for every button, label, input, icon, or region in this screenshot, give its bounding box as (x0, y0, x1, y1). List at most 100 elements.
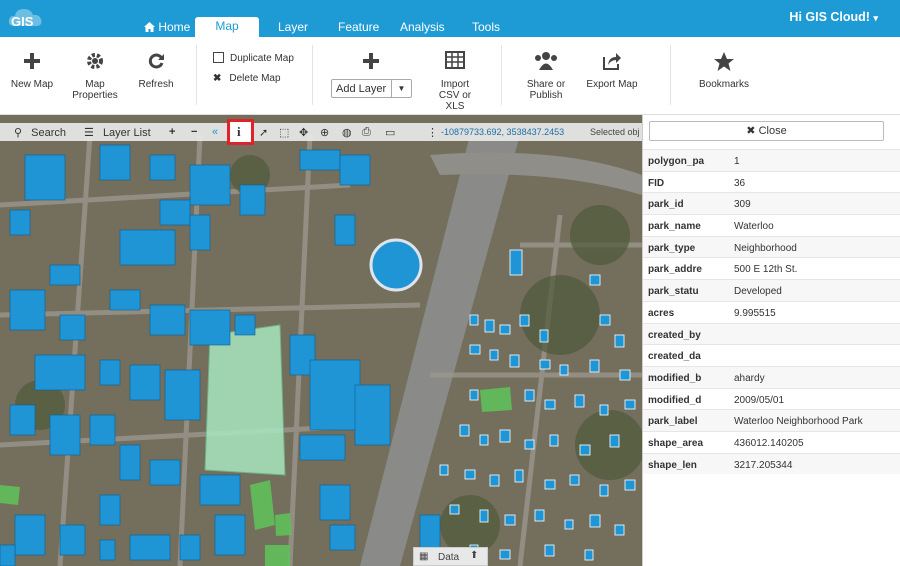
attribute-row: park_statu Developed (643, 279, 900, 301)
attribute-value: 1 (734, 156, 740, 167)
attribute-row: park_id 309 (643, 192, 900, 215)
info-icon: i (237, 124, 241, 139)
home-icon (144, 20, 158, 34)
coordinates-readout: -10879733.692, 3538437.2453 (441, 127, 565, 137)
ribbon-toolbar: New Map Map Properties Refresh Duplicate… (0, 37, 900, 115)
star-icon (694, 51, 754, 73)
user-label: Hi GIS Cloud! (789, 10, 870, 24)
attribute-table: polygon_pa 1 FID 36 park_id 309 park_name Water… (643, 149, 900, 475)
attribute-value: Neighborhood (734, 242, 797, 254)
close-icon: ✖ (746, 125, 756, 137)
add-layer-plus-icon (360, 51, 382, 74)
more-icon[interactable]: ⋮ (427, 126, 438, 139)
attribute-key: modified_b (648, 372, 702, 384)
export-map-label: Export Map (586, 79, 638, 90)
measure-icon[interactable]: ▭ (385, 126, 395, 139)
chevron-down-icon: ▼ (391, 80, 411, 97)
ribbon-divider (670, 45, 671, 105)
list-icon: ☰ (84, 127, 94, 139)
share-publish-label: Share or Publish (526, 79, 566, 101)
refresh-icon (134, 51, 178, 73)
map-properties-label: Map Properties (72, 79, 118, 101)
add-layer-dropdown[interactable]: Add Layer ▼ (331, 79, 412, 98)
attribute-row: FID 36 (643, 170, 900, 193)
selected-objects-label: Selected obj (590, 127, 640, 137)
attribute-key: modified_d (648, 394, 702, 406)
attribute-value: 436012.140205 (734, 437, 804, 449)
refresh-button[interactable]: Refresh (134, 51, 178, 90)
import-csv-label: Import CSV or XLS (438, 79, 472, 112)
share-publish-button[interactable]: Share or Publish (522, 51, 570, 101)
import-csv-button[interactable]: Import CSV or XLS (424, 51, 486, 112)
attribute-row: modified_d 2009/05/01 (643, 387, 900, 410)
attribute-value: 36 (734, 177, 746, 189)
close-label: Close (758, 125, 787, 137)
gear-icon (67, 51, 123, 73)
tab-layer[interactable]: Layer (278, 18, 308, 37)
attribute-row: park_type Neighborhood (643, 235, 900, 258)
selected-park-polygon[interactable] (204, 324, 286, 476)
zoom-extent-icon[interactable]: ⊕ (320, 126, 329, 139)
map-canvas[interactable]: ⚲ Search ☰ Layer List + − « i ➚ ⬚ ✥ ⊕ ◍ … (0, 115, 642, 566)
layer-list-label: Layer List (102, 127, 151, 139)
duplicate-map-button[interactable]: Duplicate Map (213, 52, 294, 64)
map-search-button[interactable]: ⚲ Search (14, 126, 66, 139)
add-layer-label: Add Layer (336, 83, 387, 95)
duplicate-map-label: Duplicate Map (230, 53, 294, 64)
tab-analysis[interactable]: Analysis (400, 18, 445, 37)
zoom-in-icon[interactable]: + (169, 126, 175, 138)
attribute-key: shape_area (648, 437, 704, 449)
attribute-key: park_addre (648, 264, 702, 276)
attribute-value: Waterloo Neighborhood Park (734, 416, 863, 428)
print-icon[interactable]: ⎙ (362, 126, 371, 139)
attribute-row: park_name Waterloo (643, 214, 900, 236)
attribute-key: park_id (648, 199, 684, 211)
collapse-icon[interactable]: « (212, 126, 218, 138)
attribute-row: acres 9.995515 (643, 300, 900, 323)
attribute-key: park_name (648, 221, 701, 233)
satellite-imagery (0, 115, 642, 566)
tab-tools[interactable]: Tools (472, 18, 500, 37)
plus-icon (8, 51, 56, 73)
attribute-key: polygon_pa (648, 156, 705, 167)
tab-home[interactable]: Home (144, 18, 190, 37)
pan-icon[interactable]: ✥ (299, 126, 308, 139)
attribute-key: created_da (648, 351, 701, 363)
pointer-icon[interactable]: ➚ (259, 126, 268, 139)
copy-icon (213, 52, 224, 63)
globe-icon[interactable]: ◍ (342, 126, 352, 139)
close-button[interactable]: ✖ Close (649, 121, 884, 141)
map-properties-button[interactable]: Map Properties (67, 51, 123, 101)
layer-list-button[interactable]: ☰ Layer List (84, 126, 151, 139)
tab-map[interactable]: Map (195, 17, 259, 37)
identify-tool-button[interactable]: i (227, 119, 254, 145)
export-map-button[interactable]: Export Map (583, 51, 641, 90)
attribute-row: polygon_pa 1 (643, 149, 900, 171)
attribute-value: ahardy (734, 372, 765, 384)
attribute-key: shape_len (648, 459, 697, 471)
tab-home-label: Home (158, 20, 191, 34)
delete-map-button[interactable]: ✖ Delete Map (213, 73, 281, 84)
attribute-value: 2009/05/01 (734, 394, 785, 406)
attribute-value: Waterloo (734, 221, 774, 233)
attribute-row: modified_b ahardy (643, 365, 900, 388)
user-menu[interactable]: Hi GIS Cloud! ▾ (789, 10, 878, 24)
attribute-value: Developed (734, 286, 782, 298)
zoom-out-icon[interactable]: − (191, 126, 197, 138)
share-icon (583, 51, 641, 73)
attribute-row: created_da (643, 344, 900, 366)
new-map-label: New Map (10, 79, 54, 90)
feature-info-panel: ✖ Close polygon_pa 1 FID 36 park_id 309 park_n… (642, 115, 900, 566)
bookmarks-label: Bookmarks (698, 79, 749, 90)
bookmarks-button[interactable]: Bookmarks (694, 51, 754, 90)
attribute-row: shape_area 436012.140205 (643, 430, 900, 453)
attribute-row: park_addre 500 E 12th St. (643, 257, 900, 279)
attribute-value: 500 E 12th St. (734, 264, 798, 276)
tab-feature[interactable]: Feature (338, 18, 379, 37)
top-bar: GIS Home Map Layer Feature Analysis Tool… (0, 0, 900, 37)
data-tab-button[interactable]: ▦ Data ⬆ (413, 547, 488, 566)
gis-cloud-logo[interactable]: GIS (6, 4, 46, 32)
users-icon (522, 51, 570, 73)
select-box-icon[interactable]: ⬚ (279, 126, 289, 139)
new-map-button[interactable]: New Map (8, 51, 56, 90)
